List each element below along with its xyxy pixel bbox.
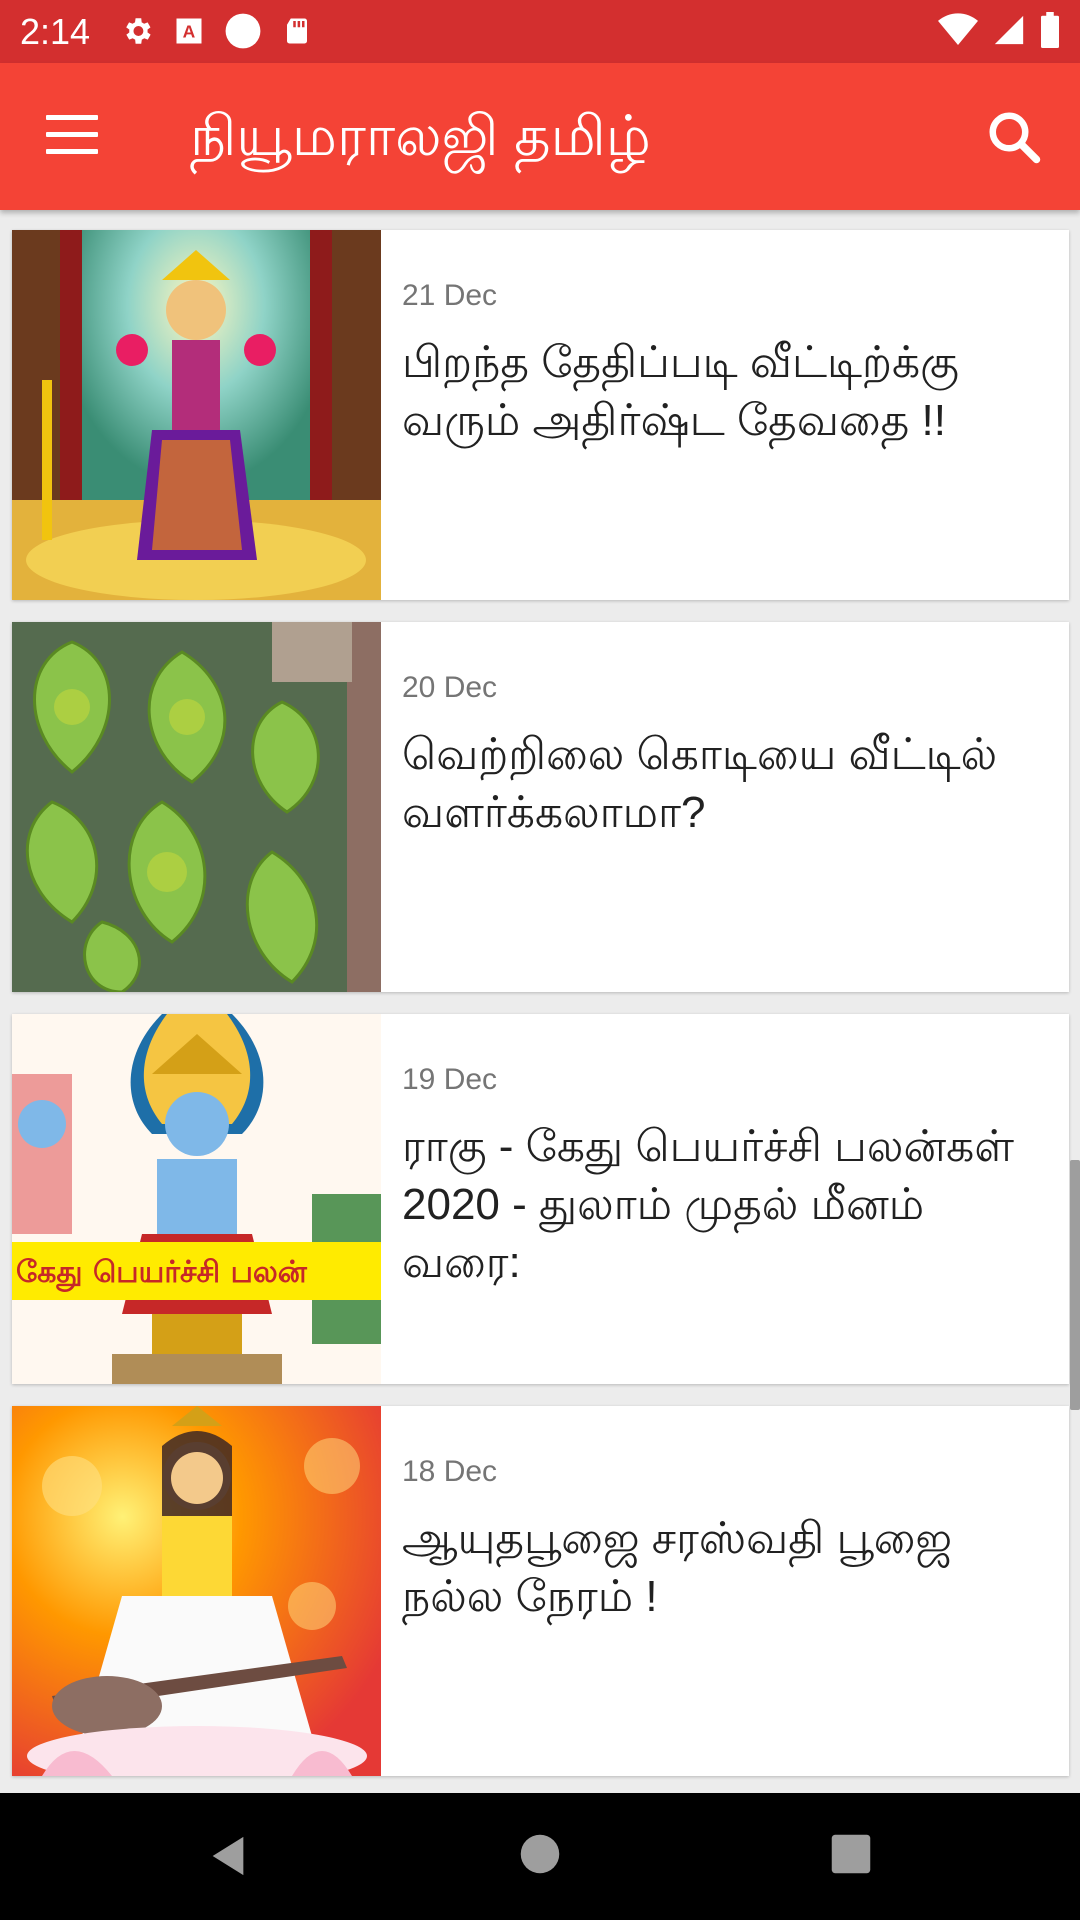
article-date: 18 Dec bbox=[402, 1455, 498, 1488]
article-text: 20 Dec வெற்றிலை கொடியை வீட்டில் வளர்க்கல… bbox=[402, 670, 1052, 842]
circle-icon bbox=[225, 13, 261, 49]
article-thumbnail: கேது பெயர்ச்சி பலன் bbox=[12, 1014, 381, 1384]
article-title: வெற்றிலை கொடியை வீட்டில் வளர்க்கலாமா? bbox=[402, 730, 998, 837]
scrollbar[interactable] bbox=[1070, 1160, 1080, 1410]
article-thumbnail bbox=[12, 230, 381, 600]
status-right-icons bbox=[938, 12, 1060, 48]
wifi-icon bbox=[938, 13, 978, 46]
article-feed: 21 Dec பிறந்த தேதிப்படி வீட்டிற்க்கு வரு… bbox=[12, 230, 1069, 1798]
search-icon[interactable] bbox=[984, 107, 1044, 167]
battery-icon bbox=[1041, 12, 1059, 48]
status-time: 2:14 bbox=[20, 11, 91, 52]
gear-icon bbox=[126, 18, 151, 44]
article-date: 20 Dec bbox=[402, 671, 498, 704]
recents-icon[interactable] bbox=[830, 1833, 872, 1875]
svg-text:A: A bbox=[183, 21, 196, 41]
article-date: 21 Dec bbox=[402, 279, 498, 312]
sd-card-icon bbox=[287, 18, 307, 44]
menu-icon[interactable] bbox=[46, 115, 98, 155]
article-thumbnail bbox=[12, 1406, 381, 1776]
article-text: 18 Dec ஆயுதபூஜை சரஸ்வதி பூஜை நல்ல நேரம் … bbox=[402, 1454, 1052, 1626]
status-bar: 2:14 A bbox=[0, 0, 1080, 63]
article-title: ஆயுதபூஜை சரஸ்வதி பூஜை நல்ல நேரம் ! bbox=[402, 1514, 953, 1621]
article-card[interactable]: 18 Dec ஆயுதபூஜை சரஸ்வதி பூஜை நல்ல நேரம் … bbox=[12, 1406, 1069, 1776]
home-icon[interactable] bbox=[519, 1833, 561, 1875]
thumbnail-banner-text: கேது பெயர்ச்சி பலன் bbox=[16, 1255, 308, 1292]
article-title: பிறந்த தேதிப்படி வீட்டிற்க்கு வரும் அதிர… bbox=[402, 338, 959, 445]
navigation-bar bbox=[0, 1793, 1080, 1920]
app-bar: நியூமராலஜி தமிழ் bbox=[0, 63, 1080, 210]
article-card[interactable]: கேது பெயர்ச்சி பலன் 19 Dec ராகு - கேது ப… bbox=[12, 1014, 1069, 1384]
text-a-icon: A bbox=[176, 18, 202, 44]
article-thumbnail bbox=[12, 622, 381, 992]
article-text: 21 Dec பிறந்த தேதிப்படி வீட்டிற்க்கு வரு… bbox=[402, 278, 1052, 450]
app-title: நியூமராலஜி தமிழ் bbox=[190, 104, 651, 167]
status-left-icons: A bbox=[120, 12, 312, 50]
signal-icon bbox=[994, 15, 1024, 45]
back-icon[interactable] bbox=[205, 1833, 251, 1879]
article-card[interactable]: 21 Dec பிறந்த தேதிப்படி வீட்டிற்க்கு வரு… bbox=[12, 230, 1069, 600]
article-title: ராகு - கேது பெயர்ச்சி பலன்கள் 2020 - துல… bbox=[402, 1122, 1014, 1287]
article-text: 19 Dec ராகு - கேது பெயர்ச்சி பலன்கள் 202… bbox=[402, 1062, 1052, 1292]
article-card[interactable]: 20 Dec வெற்றிலை கொடியை வீட்டில் வளர்க்கல… bbox=[12, 622, 1069, 992]
article-date: 19 Dec bbox=[402, 1063, 498, 1096]
